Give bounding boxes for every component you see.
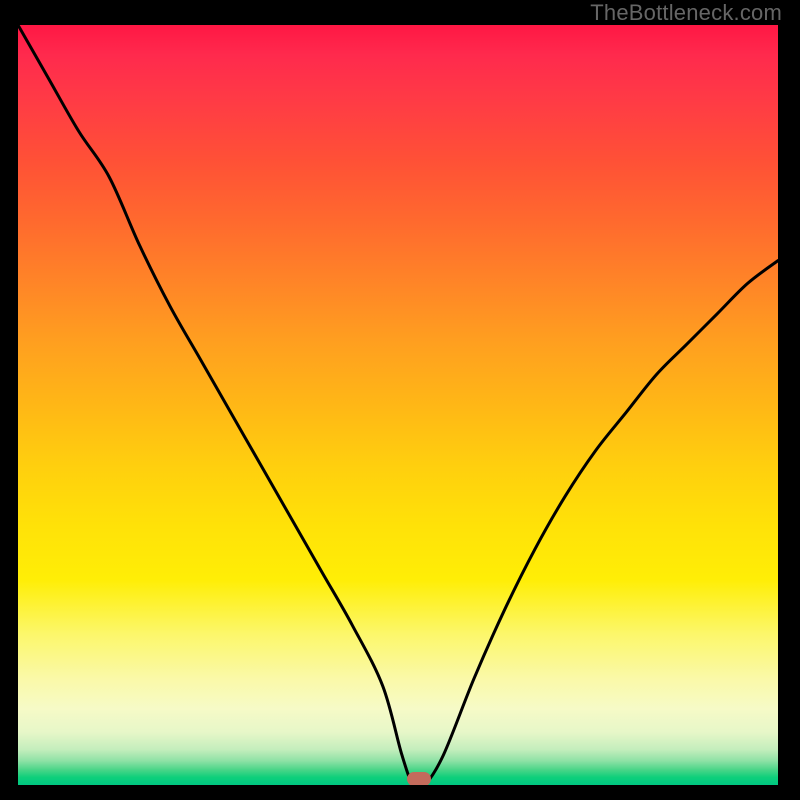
bottleneck-curve bbox=[18, 25, 778, 785]
optimal-point-marker bbox=[407, 772, 431, 785]
chart-frame: TheBottleneck.com bbox=[0, 0, 800, 800]
watermark-text: TheBottleneck.com bbox=[590, 0, 782, 26]
plot-area bbox=[18, 25, 778, 785]
bottleneck-curve-svg bbox=[18, 25, 778, 785]
